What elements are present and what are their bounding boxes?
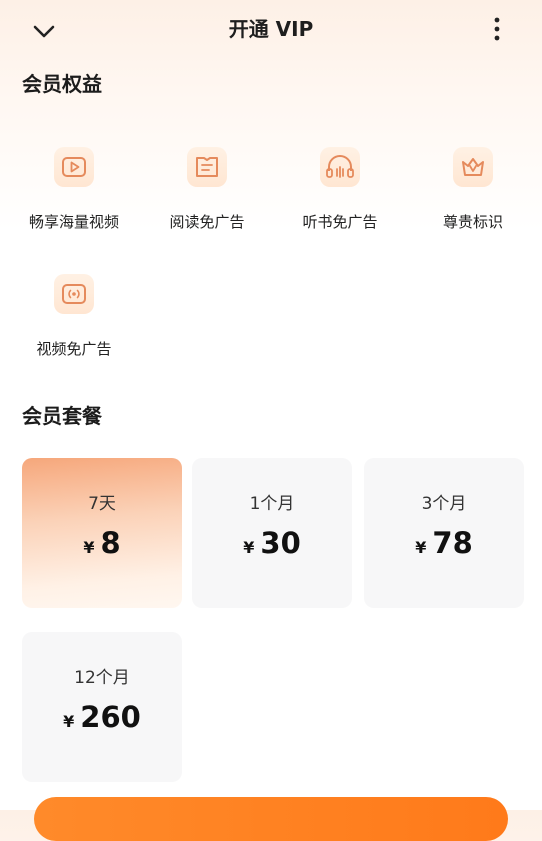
video-broadcast-icon	[54, 274, 94, 314]
plan-card-1-month[interactable]: 1个月 ¥ 30	[192, 458, 352, 608]
benefit-label: 尊贵标识	[442, 213, 503, 231]
plan-amount: 260	[80, 700, 141, 734]
more-vertical-icon	[494, 17, 500, 41]
plans-section-title: 会员套餐	[22, 404, 102, 428]
currency-symbol: ¥	[415, 538, 427, 557]
benefit-item-reading[interactable]: 阅读免广告	[142, 147, 272, 257]
plan-amount: 78	[432, 526, 473, 560]
plan-price: ¥ 260	[22, 698, 182, 736]
currency-symbol: ¥	[63, 712, 75, 731]
currency-symbol: ¥	[243, 538, 255, 557]
benefit-item-video-no-ads[interactable]: 视频免广告	[9, 274, 139, 384]
plan-duration: 12个月	[74, 668, 130, 688]
benefit-label: 畅享海量视频	[28, 213, 119, 231]
benefit-label: 听书免广告	[302, 213, 378, 231]
open-vip-button[interactable]	[34, 797, 508, 841]
more-options-button[interactable]	[484, 14, 510, 44]
plan-duration: 7天	[88, 494, 116, 514]
plan-price: ¥ 8	[22, 524, 182, 562]
video-play-icon	[54, 147, 94, 187]
currency-symbol: ¥	[83, 538, 95, 557]
plan-amount: 30	[260, 526, 301, 560]
plan-card-3-months[interactable]: 3个月 ¥ 78	[364, 458, 524, 608]
book-icon	[187, 147, 227, 187]
plan-duration: 1个月	[249, 494, 295, 514]
benefit-item-video[interactable]: 畅享海量视频	[9, 147, 139, 257]
headphones-icon	[320, 147, 360, 187]
plan-price: ¥ 30	[192, 524, 352, 562]
benefit-label: 阅读免广告	[169, 213, 245, 231]
benefit-item-audiobook[interactable]: 听书免广告	[275, 147, 405, 257]
plan-price: ¥ 78	[364, 524, 524, 562]
crown-icon	[453, 147, 493, 187]
plan-card-7-days[interactable]: 7天 ¥ 8	[22, 458, 182, 608]
plan-amount: 8	[100, 526, 121, 560]
page-title: 开通 VIP	[228, 17, 314, 41]
benefit-label: 视频免广告	[36, 340, 112, 358]
plan-card-12-months[interactable]: 12个月 ¥ 260	[22, 632, 182, 782]
benefits-section-title: 会员权益	[22, 72, 102, 96]
benefit-item-badge[interactable]: 尊贵标识	[408, 147, 538, 257]
plan-duration: 3个月	[421, 494, 467, 514]
header-bar: 开通 VIP	[0, 0, 542, 60]
